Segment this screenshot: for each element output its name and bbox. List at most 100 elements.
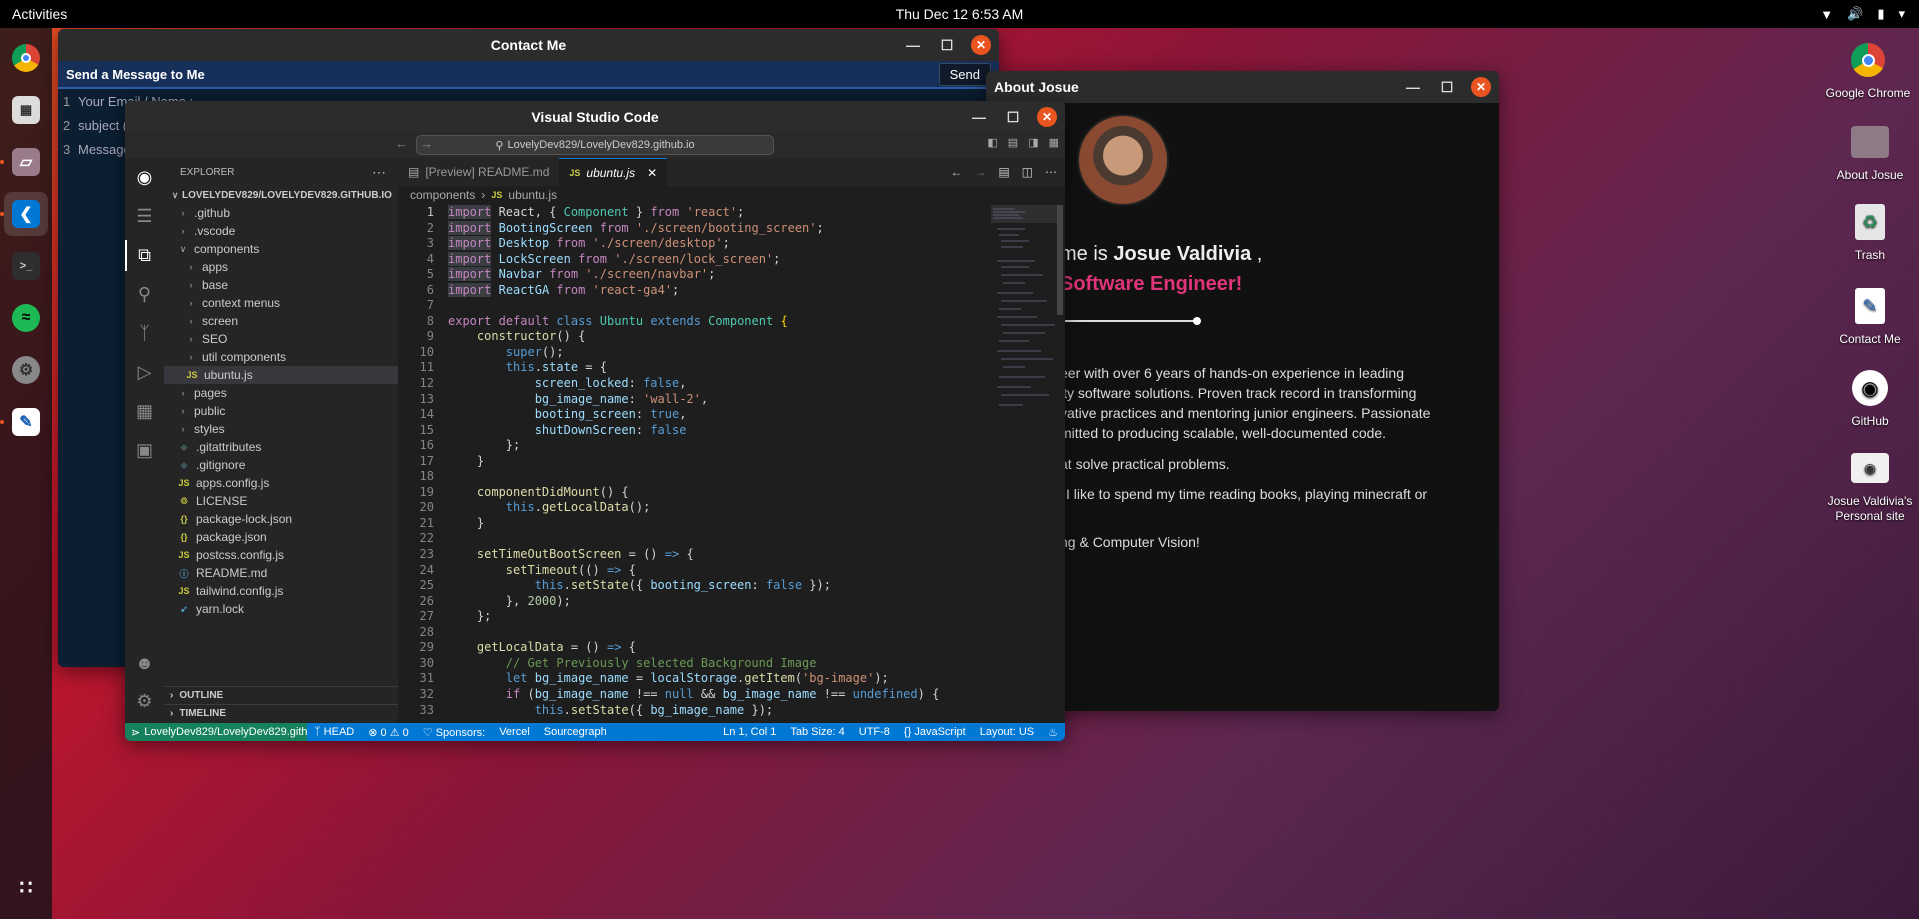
tree-item[interactable]: ◆ .gitignore <box>164 456 398 474</box>
dock-files[interactable]: ▱ <box>0 140 48 184</box>
vscode-titlebar[interactable]: Visual Studio Code — ☐ ✕ <box>125 101 1065 132</box>
github-icon[interactable]: ◉ <box>125 158 164 197</box>
tree-item[interactable]: › apps <box>164 258 398 276</box>
tree-item[interactable]: › public <box>164 402 398 420</box>
tree-item[interactable]: JS postcss.config.js <box>164 546 398 564</box>
send-button[interactable]: Send <box>938 62 991 86</box>
tab-ubuntu-js[interactable]: JS ubuntu.js ✕ <box>559 158 668 186</box>
dock-gedit[interactable]: ✎ <box>0 400 48 444</box>
code-line[interactable]: 22 <box>398 531 985 547</box>
dock-terminal[interactable]: >_ <box>4 244 48 288</box>
tree-item[interactable]: {} package.json <box>164 528 398 546</box>
close-button[interactable]: ✕ <box>1471 77 1491 97</box>
code-line[interactable]: 21 } <box>398 516 985 532</box>
back-arrow-icon[interactable]: ← <box>395 136 408 151</box>
contact-titlebar[interactable]: Contact Me — ☐ ✕ <box>58 29 999 61</box>
toggle-secondary-sidebar-icon[interactable]: ◨ <box>1028 136 1038 149</box>
account-icon[interactable]: ☻ <box>125 644 164 683</box>
toggle-sidebar-icon[interactable]: ◧ <box>987 136 997 149</box>
about-titlebar[interactable]: About Josue — ☐ ✕ <box>986 71 1499 103</box>
tree-item[interactable]: ◆ .gitattributes <box>164 438 398 456</box>
tree-item[interactable]: {} package-lock.json <box>164 510 398 528</box>
go-forward-icon[interactable]: → <box>974 165 986 179</box>
sponsors-status[interactable]: ♡ Sponsors: <box>416 726 492 739</box>
code-line[interactable]: 11 this.state = { <box>398 360 985 376</box>
problems-status[interactable]: ⊗ 0 ⚠ 0 <box>361 726 416 739</box>
close-tab-icon[interactable]: ✕ <box>647 166 657 180</box>
desktop-icon-github[interactable]: ◉ GitHub <box>1820 366 1919 428</box>
code-editor[interactable]: 1 import React, { Component } from 'react… <box>398 205 985 723</box>
more-actions-icon[interactable]: ⋯ <box>1045 165 1057 179</box>
code-line[interactable]: 23 setTimeOutBootScreen = () => { <box>398 547 985 563</box>
minimize-button[interactable]: — <box>969 107 989 127</box>
tree-item[interactable]: › .vscode <box>164 222 398 240</box>
run-debug-icon[interactable]: ▷ <box>125 353 164 392</box>
desktop-icon-personal-site[interactable]: ◉ Josue Valdivia's Personal site <box>1820 446 1919 524</box>
code-line[interactable]: 12 screen_locked: false, <box>398 376 985 392</box>
code-line[interactable]: 5 import Navbar from './screen/navbar'; <box>398 267 985 283</box>
tree-item[interactable]: ➹ yarn.lock <box>164 600 398 618</box>
code-line[interactable]: 7 <box>398 298 985 314</box>
more-actions-icon[interactable]: ⋯ <box>372 164 386 181</box>
maximize-button[interactable]: ☐ <box>1003 107 1023 127</box>
maximize-button[interactable]: ☐ <box>1437 77 1457 97</box>
tree-item[interactable]: ⓘ README.md <box>164 564 398 582</box>
dock-spotify[interactable]: ≈ <box>4 296 48 340</box>
open-preview-icon[interactable]: ▤ <box>998 165 1009 179</box>
desktop-icon-chrome[interactable]: Google Chrome <box>1818 38 1918 100</box>
timeline-section[interactable]: › TIMELINE <box>164 704 398 722</box>
split-editor-icon[interactable]: ◫ <box>1022 165 1033 179</box>
code-line[interactable]: 9 constructor() { <box>398 329 985 345</box>
tree-item[interactable]: › SEO <box>164 330 398 348</box>
code-line[interactable]: 33 this.setState({ bg_image_name }); <box>398 703 985 719</box>
dock-vscode[interactable]: ❮ <box>0 192 48 236</box>
customize-layout-icon[interactable]: ▦ <box>1049 136 1059 149</box>
tree-item[interactable]: JS apps.config.js <box>164 474 398 492</box>
code-line[interactable]: 27 }; <box>398 609 985 625</box>
tab-readme-preview[interactable]: ▤ [Preview] README.md <box>398 158 559 186</box>
code-line[interactable]: 8 export default class Ubuntu extends Com… <box>398 314 985 330</box>
tree-item[interactable]: › .github <box>164 204 398 222</box>
code-line[interactable]: 29 getLocalData = () => { <box>398 640 985 656</box>
explorer-root[interactable]: ∨ LOVELYDEV829/LOVELYDEV829.GITHUB.IO <box>164 186 398 204</box>
maximize-button[interactable]: ☐ <box>937 35 957 55</box>
close-button[interactable]: ✕ <box>971 35 991 55</box>
minimize-button[interactable]: — <box>903 35 923 55</box>
tree-item[interactable]: ♲ LICENSE <box>164 492 398 510</box>
dock-calculator[interactable]: ▦ <box>4 88 48 132</box>
code-line[interactable]: 19 componentDidMount() { <box>398 485 985 501</box>
code-line[interactable]: 16 }; <box>398 438 985 454</box>
system-tray[interactable]: ▼ 🔊 ▮ ▾ <box>1820 0 1905 28</box>
tree-item[interactable]: JS tailwind.config.js <box>164 582 398 600</box>
minimize-button[interactable]: — <box>1403 77 1423 97</box>
tree-item[interactable]: › base <box>164 276 398 294</box>
notifications-bell-icon[interactable]: ♨ <box>1041 726 1065 739</box>
desktop-icon-trash[interactable]: ♻ Trash <box>1820 200 1919 262</box>
code-line[interactable]: 20 this.getLocalData(); <box>398 500 985 516</box>
forward-arrow-icon[interactable]: → <box>420 136 433 151</box>
code-line[interactable]: 18 <box>398 469 985 485</box>
remote-indicator[interactable]: ⋗ LovelyDev829/LovelyDev829.githu... <box>125 723 307 741</box>
search-input[interactable]: ⚲ LovelyDev829/LovelyDev829.github.io <box>416 135 774 155</box>
code-line[interactable]: 1 import React, { Component } from 'react… <box>398 205 985 221</box>
code-line[interactable]: 15 shutDownScreen: false <box>398 423 985 439</box>
show-applications-button[interactable]: ∷ <box>4 865 48 909</box>
code-line[interactable]: 6 import ReactGA from 'react-ga4'; <box>398 282 985 299</box>
cursor-position[interactable]: Ln 1, Col 1 <box>716 726 783 738</box>
source-control-icon[interactable]: ᛉ <box>125 314 164 353</box>
code-line[interactable]: 31 let bg_image_name = localStorage.getI… <box>398 671 985 687</box>
go-back-icon[interactable]: ← <box>950 165 962 179</box>
code-line[interactable]: 24 setTimeout(() => { <box>398 563 985 579</box>
code-line[interactable]: 4 import LockScreen from './screen/lock_s… <box>398 251 985 268</box>
sourcegraph-status[interactable]: Sourcegraph <box>537 726 614 738</box>
encoding[interactable]: UTF-8 <box>852 726 897 738</box>
breadcrumb-item[interactable]: components <box>410 188 475 202</box>
minimap[interactable] <box>985 205 1065 723</box>
code-line[interactable]: 14 booting_screen: true, <box>398 407 985 423</box>
copilot-icon[interactable]: ▣ <box>125 431 164 470</box>
code-line[interactable]: 26 }, 2000); <box>398 594 985 610</box>
extensions-icon[interactable]: ▦ <box>125 392 164 431</box>
branch-status[interactable]: ᛉ HEAD <box>307 726 361 738</box>
tree-item[interactable]: › context menus <box>164 294 398 312</box>
tree-item[interactable]: JS ubuntu.js <box>164 366 398 384</box>
